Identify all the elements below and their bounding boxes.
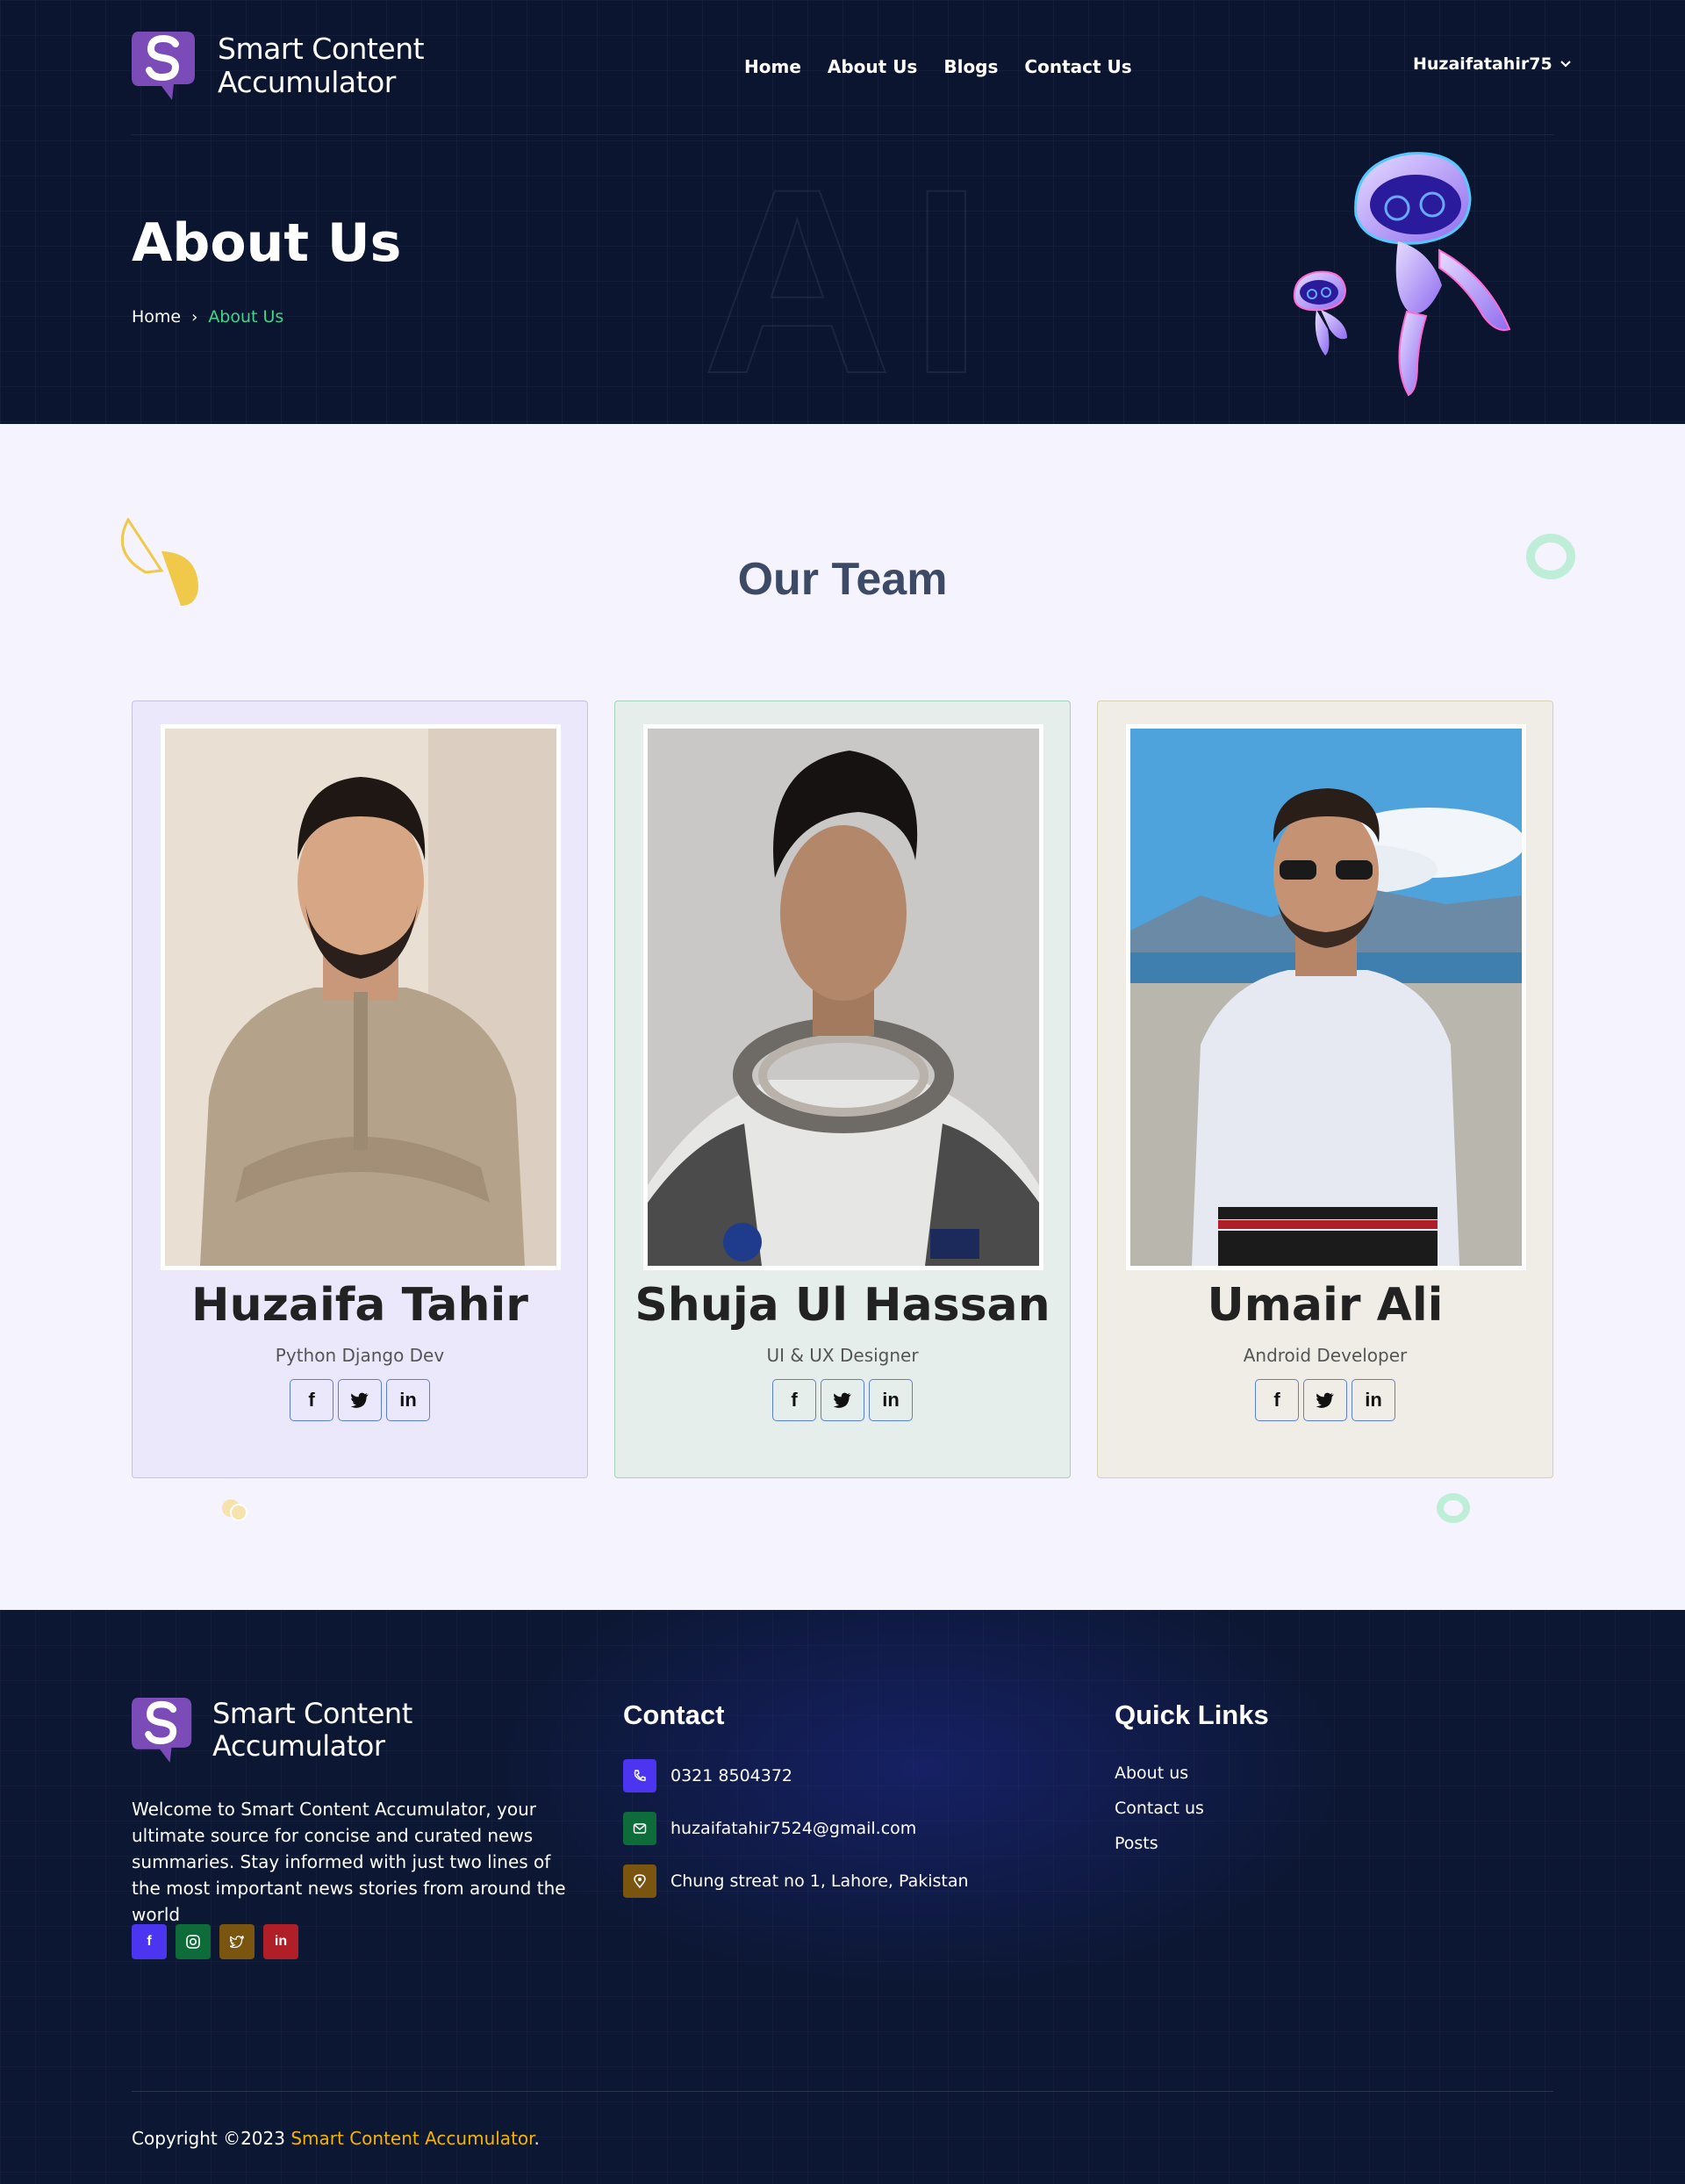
footer-description: Welcome to Smart Content Accumulator, yo… [132, 1799, 566, 1925]
member-socials: f in [1098, 1379, 1552, 1421]
contact-address-text: Chung streat no 1, Lahore, Pakistan [670, 1871, 969, 1891]
member-name: Umair Ali [1207, 1279, 1444, 1332]
footer-logo[interactable]: Smart Content Accumulator [132, 1694, 412, 1766]
facebook-icon[interactable]: f [290, 1379, 333, 1421]
footer-logo-text-line2: Accumulator [212, 1729, 385, 1763]
linkedin-icon[interactable]: in [263, 1924, 298, 1959]
phone-icon [623, 1759, 656, 1792]
small-ring-decoration [1437, 1493, 1470, 1523]
nav-contact-us[interactable]: Contact Us [1024, 56, 1131, 77]
quick-links-heading: Quick Links [1115, 1699, 1269, 1730]
logo-s-icon [132, 1698, 192, 1763]
contact-address[interactable]: Chung streat no 1, Lahore, Pakistan [623, 1864, 969, 1898]
linkedin-icon[interactable]: in [869, 1379, 913, 1421]
twitter-icon[interactable] [1303, 1379, 1347, 1421]
member-role: Python Django Dev [275, 1345, 445, 1366]
contact-email[interactable]: huzaifatahir7524@gmail.com [623, 1812, 916, 1845]
quick-link-posts[interactable]: Posts [1115, 1834, 1158, 1853]
copyright: Copyright ©2023 Smart Content Accumulato… [132, 2128, 540, 2149]
footer-logo-text: Smart Content Accumulator [212, 1698, 412, 1763]
portrait-image [648, 729, 1039, 1266]
facebook-icon[interactable]: f [132, 1924, 167, 1959]
breadcrumb-current: About Us [208, 307, 284, 327]
team-section-title: Our Team [737, 554, 948, 605]
twitter-icon[interactable] [219, 1924, 255, 1959]
footer-divider [132, 2091, 1553, 2092]
member-socials: f in [615, 1379, 1070, 1421]
robots-illustration [1293, 152, 1511, 397]
email-icon [623, 1812, 656, 1845]
contact-phone[interactable]: 0321 8504372 [623, 1759, 792, 1792]
member-name: Shuja Ul Hassan [635, 1279, 1050, 1332]
logo-text: Smart Content Accumulator [218, 32, 425, 99]
ai-watermark: AI [701, 133, 1000, 424]
footer-logo-text-line1: Smart Content [212, 1697, 412, 1730]
twitter-icon[interactable] [821, 1379, 864, 1421]
copyright-prefix: Copyright ©2023 [132, 2128, 291, 2149]
team-card-huzaifa: Huzaifa Tahir Python Django Dev f in [132, 700, 588, 1478]
breadcrumb-home[interactable]: Home [132, 307, 181, 327]
facebook-icon[interactable]: f [1255, 1379, 1299, 1421]
member-name: Huzaifa Tahir [191, 1279, 528, 1332]
quick-link-about-us[interactable]: About us [1115, 1764, 1188, 1783]
member-photo [161, 724, 561, 1270]
contact-email-text: huzaifatahir7524@gmail.com [670, 1819, 917, 1838]
facebook-icon[interactable]: f [772, 1379, 816, 1421]
logo-s-icon [132, 32, 195, 100]
nav-home[interactable]: Home [744, 56, 801, 77]
member-photo [1126, 724, 1526, 1270]
user-name: Huzaifatahir75 [1413, 54, 1552, 74]
bubble-decoration [222, 1499, 247, 1521]
location-pin-icon [623, 1864, 656, 1898]
chevron-down-icon [1560, 61, 1571, 68]
nav-blogs[interactable]: Blogs [943, 56, 998, 77]
chevron-right-icon: › [191, 307, 198, 327]
contact-phone-text: 0321 8504372 [670, 1766, 793, 1785]
linkedin-icon[interactable]: in [1352, 1379, 1395, 1421]
nav-about-us[interactable]: About Us [828, 56, 917, 77]
main-nav: Home About Us Blogs Contact Us [744, 56, 1132, 77]
twitter-icon[interactable] [338, 1379, 382, 1421]
team-card-umair: Umair Ali Android Developer f in [1097, 700, 1553, 1478]
footer-social-links: f in [132, 1924, 298, 1959]
instagram-icon[interactable] [176, 1924, 211, 1959]
site-footer: Smart Content Accumulator Welcome to Sma… [0, 1610, 1685, 2184]
page-title: About Us [132, 212, 402, 274]
portrait-image [1130, 729, 1522, 1266]
linkedin-icon[interactable]: in [386, 1379, 430, 1421]
quick-link-contact-us[interactable]: Contact us [1115, 1799, 1204, 1818]
portrait-image [165, 729, 556, 1266]
hero-header: Smart Content Accumulator Home About Us … [0, 0, 1685, 424]
member-role: Android Developer [1243, 1345, 1408, 1366]
contact-heading: Contact [623, 1699, 725, 1730]
copyright-brand-link[interactable]: Smart Content Accumulator [290, 2128, 534, 2149]
logo-text-line2: Accumulator [218, 65, 396, 99]
user-menu-dropdown[interactable]: Huzaifatahir75 [1413, 54, 1572, 74]
member-role: UI & UX Designer [766, 1345, 919, 1366]
member-photo [643, 724, 1043, 1270]
breadcrumb: Home › About Us [132, 307, 283, 327]
member-socials: f in [133, 1379, 587, 1421]
logo-text-line1: Smart Content [218, 32, 425, 66]
team-card-shuja: Shuja Ul Hassan UI & UX Designer f in [614, 700, 1071, 1478]
copyright-suffix: . [534, 2128, 540, 2149]
site-logo[interactable]: Smart Content Accumulator [132, 28, 425, 104]
